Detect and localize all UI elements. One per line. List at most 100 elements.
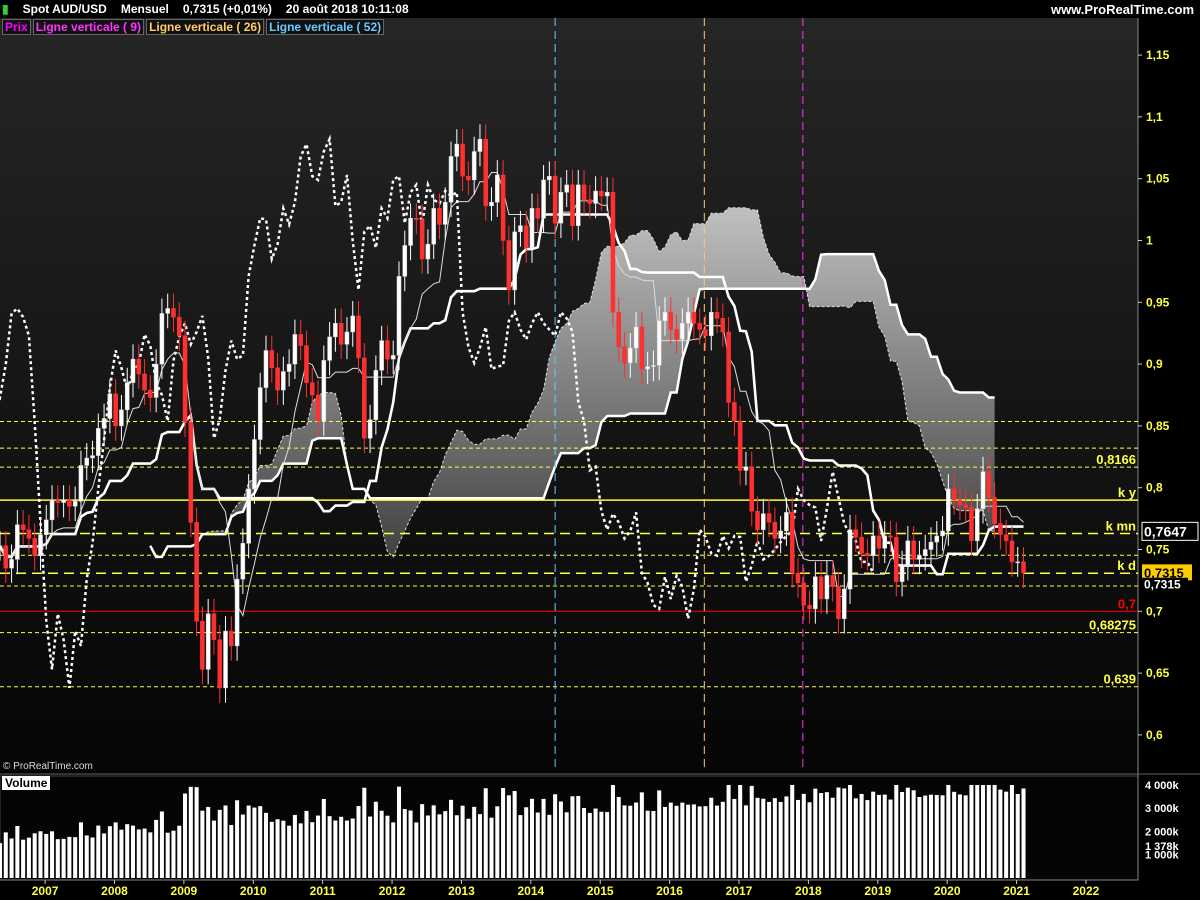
price-candle — [281, 371, 286, 391]
volume-bar — [720, 801, 725, 878]
volume-bar — [443, 811, 448, 878]
volume-bar — [0, 843, 3, 878]
price-candle — [992, 497, 997, 524]
x-axis-year-label: 2014 — [517, 884, 544, 898]
y-axis-tick-label: 0,85 — [1146, 419, 1170, 433]
volume-bar — [900, 792, 905, 878]
price-candle — [986, 471, 992, 498]
price-candle — [604, 192, 610, 197]
price-candle — [680, 323, 685, 340]
x-axis-year-label: 2015 — [587, 884, 614, 898]
volume-bar — [824, 792, 829, 878]
price-candle — [257, 387, 263, 440]
volume-bar — [576, 796, 581, 878]
volume-bar — [622, 805, 627, 878]
price-candle — [431, 208, 436, 245]
volume-bar — [246, 805, 251, 878]
volume-bar — [408, 810, 413, 878]
x-axis-year-label: 2010 — [240, 884, 267, 898]
volume-bar — [963, 795, 968, 878]
volume-bar — [385, 815, 390, 878]
volume-bar — [529, 798, 535, 878]
price-candle — [437, 208, 442, 225]
volume-bar — [888, 799, 893, 878]
x-axis-year-label: 2012 — [379, 884, 406, 898]
price-candle — [275, 367, 280, 391]
price-candle — [373, 370, 379, 420]
legend-item-vline-52[interactable]: Ligne verticale ( 52) — [266, 19, 385, 35]
price-candle — [136, 358, 142, 375]
volume-bar — [90, 837, 95, 878]
price-candle — [963, 504, 968, 508]
legend-item-vline-9[interactable]: Ligne verticale ( 9) — [32, 19, 145, 35]
volume-bar — [84, 835, 89, 878]
volume-bar — [761, 798, 766, 878]
x-axis-year-label: 2018 — [795, 884, 822, 898]
volume-bar — [732, 798, 737, 878]
volume-bar — [223, 805, 228, 878]
volume-bar — [923, 795, 928, 878]
volume-bar — [460, 805, 465, 878]
price-candle — [512, 231, 517, 291]
price-candle — [703, 329, 708, 336]
volume-bar — [391, 822, 396, 878]
volume-bar — [310, 822, 315, 878]
price-candle — [460, 143, 465, 177]
price-candle — [818, 576, 824, 600]
volume-bar — [165, 832, 170, 878]
price-candle — [321, 360, 327, 422]
y-axis-tick-label: 0,9 — [1146, 357, 1163, 371]
volume-bar — [113, 822, 118, 878]
volume-bar — [992, 784, 997, 878]
price-candle — [309, 382, 315, 396]
volume-bar — [9, 838, 14, 878]
volume-bar — [1021, 788, 1026, 878]
volume-bar — [200, 810, 205, 878]
chart-window: { "header": { "instrument": "Spot AUD/US… — [0, 0, 1200, 900]
volume-bar — [570, 796, 575, 878]
price-candle — [471, 151, 477, 181]
horizontal-level-label: k mn — [1106, 518, 1136, 533]
y-axis-tick-label: 1 — [1146, 233, 1153, 247]
price-candle — [182, 335, 188, 423]
volume-bar — [177, 825, 182, 878]
volume-bar — [848, 784, 853, 878]
volume-bar — [275, 819, 280, 878]
price-candle — [651, 365, 656, 367]
volume-bar — [634, 802, 639, 878]
price-candle — [425, 243, 431, 260]
price-candle — [795, 572, 801, 584]
price-candle — [865, 552, 870, 556]
volume-bar — [859, 793, 864, 878]
price-candle — [20, 524, 26, 530]
price-candle — [807, 604, 812, 610]
volume-bar — [981, 784, 986, 878]
legend-item-vline-26[interactable]: Ligne verticale ( 26) — [146, 19, 265, 35]
price-candle — [720, 318, 726, 333]
price-candle — [998, 523, 1003, 535]
y-axis-tick-label: 0,7 — [1146, 604, 1163, 618]
x-axis-year-label: 2022 — [1073, 884, 1100, 898]
x-axis-year-label: 2009 — [171, 884, 198, 898]
chart-canvas[interactable]: 0,8166 k y k mn k d 0,68275 0,639 0,7 1,15 1,1 1,… — [0, 0, 1200, 900]
volume-bar — [662, 806, 668, 878]
volume-bar — [553, 794, 558, 878]
price-candle — [558, 192, 564, 224]
volume-bar — [813, 788, 818, 878]
price-candle — [547, 175, 552, 181]
volume-bar — [934, 795, 939, 878]
price-candle — [84, 457, 90, 466]
volume-bar — [148, 832, 153, 878]
price-candle — [714, 311, 720, 319]
price-candle — [980, 471, 986, 509]
datetime-label: 20 août 2018 10:11:08 — [285, 2, 409, 16]
price-candle — [593, 190, 598, 204]
volume-bar — [78, 822, 83, 878]
price-candle — [1021, 561, 1026, 574]
price-candle — [761, 513, 766, 530]
legend-item-prix[interactable]: Prix — [2, 19, 31, 35]
price-candle — [188, 421, 194, 523]
price-candle — [78, 465, 84, 502]
site-label: www.ProRealTime.com — [1050, 2, 1194, 17]
volume-bar — [136, 829, 141, 878]
